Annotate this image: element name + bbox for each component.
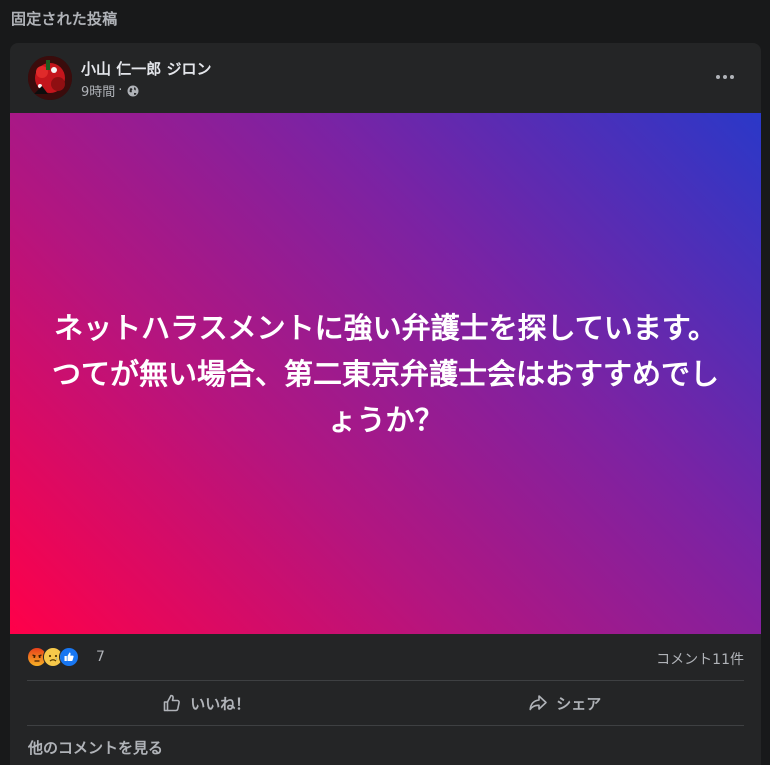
reaction-icons[interactable]	[27, 647, 79, 667]
post-meta: 9時間 ·	[81, 81, 139, 100]
more-dot	[716, 75, 720, 79]
divider	[27, 680, 744, 681]
share-label: シェア	[556, 694, 602, 713]
post-card: 小山 仁一郎 ジロン 9時間 · ネットハラスメントに強い弁護士を探しています。…	[10, 43, 761, 765]
meta-separator: ·	[118, 83, 123, 98]
view-more-comments-link[interactable]: 他のコメントを見る	[28, 737, 163, 758]
share-button[interactable]: シェア	[386, 682, 745, 724]
more-dot	[723, 75, 727, 79]
post-header: 小山 仁一郎 ジロン 9時間 ·	[10, 43, 761, 113]
page: 固定された投稿 小山 仁一郎 ジロン 9時間 · ネットハラスメントに強い弁護士…	[0, 0, 770, 765]
avatar[interactable]	[28, 56, 72, 100]
more-options-button[interactable]	[711, 67, 739, 87]
reaction-count[interactable]: 7	[96, 649, 105, 665]
author-name[interactable]: 小山 仁一郎 ジロン	[81, 58, 211, 79]
post-time[interactable]: 9時間	[81, 81, 115, 100]
reactions-row: 7 コメント11件	[10, 641, 761, 673]
like-button[interactable]: いいね！	[27, 682, 386, 724]
share-arrow-icon	[528, 693, 548, 713]
comment-count[interactable]: コメント11件	[656, 649, 744, 669]
post-banner[interactable]: ネットハラスメントに強い弁護士を探しています。 つてが無い場合、第二東京弁護士会…	[10, 113, 761, 634]
globe-icon[interactable]	[127, 85, 139, 97]
like-label: いいね！	[190, 694, 251, 713]
section-title: 固定された投稿	[11, 10, 118, 28]
post-actions: いいね！ シェア	[27, 682, 744, 724]
like-reaction-icon	[59, 647, 79, 667]
more-dot	[730, 75, 734, 79]
banner-text: ネットハラスメントに強い弁護士を探しています。 つてが無い場合、第二東京弁護士会…	[51, 310, 719, 437]
thumbs-up-icon	[162, 693, 182, 713]
divider	[27, 725, 744, 726]
